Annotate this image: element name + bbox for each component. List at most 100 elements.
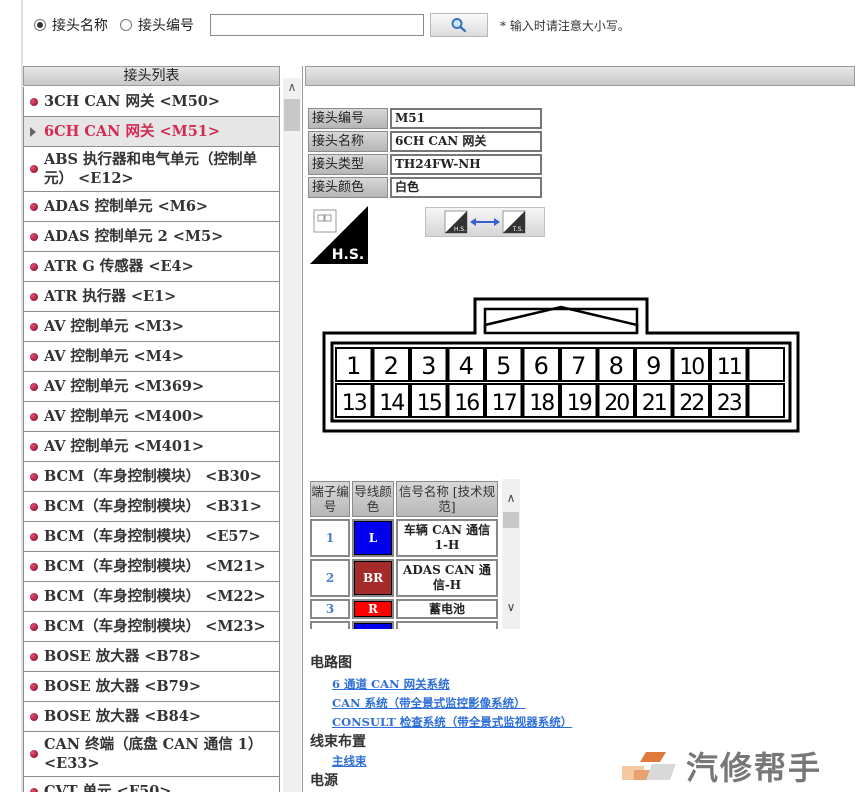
terminal-no[interactable]	[310, 621, 350, 629]
connector-list-item[interactable]: ATR G 传感器 <E4>	[23, 252, 280, 282]
col-terminal-no: 端子编号	[310, 481, 350, 517]
terminal-no[interactable]: 1	[310, 519, 350, 557]
info-row: 接头类型 TH24FW-NH	[308, 154, 542, 177]
list-scrollbar[interactable]: ∧	[283, 78, 301, 792]
connector-list-item[interactable]: BCM（车身控制模块） <M21>	[23, 552, 280, 582]
col-signal-name: 信号名称 [技术规范]	[396, 481, 498, 517]
circuit-link-6ch-can[interactable]: 6 通道 CAN 网关系统	[332, 676, 450, 692]
hs-ts-toggle-button[interactable]: H.S. T.S.	[425, 207, 545, 237]
bullet-icon	[30, 322, 38, 331]
scroll-up-icon[interactable]: ∧	[502, 489, 520, 507]
radio-unselected-icon[interactable]	[120, 19, 132, 31]
terminal-row: 2 BR ADAS CAN 通信-H	[310, 559, 498, 597]
connector-list-item[interactable]: AV 控制单元 <M400>	[23, 402, 280, 432]
terminal-table-scrollbar[interactable]: ∧ ∨	[502, 479, 520, 629]
connector-list-item[interactable]: CVT 单元 <F50>	[23, 777, 280, 792]
radio-connector-code[interactable]: 接头编号	[120, 15, 194, 35]
connector-list-item-label: ADAS 控制单元 <M6>	[44, 198, 209, 215]
connector-list-item[interactable]: ADAS 控制单元 <M6>	[23, 192, 280, 222]
harness-link-main[interactable]: 主线束	[332, 753, 367, 769]
connector-list-item[interactable]: BCM（车身控制模块） <B30>	[23, 462, 280, 492]
terminal-no[interactable]: 3	[310, 599, 350, 619]
connector-list-item[interactable]: BOSE 放大器 <B79>	[23, 672, 280, 702]
wire-color-cell: BR	[352, 559, 394, 597]
wire-color-swatch: R	[354, 601, 392, 617]
info-row: 接头编号 M51	[308, 108, 542, 131]
connector-info-table: 接头编号 M51 接头名称 6CH CAN 网关 接头类型 TH24FW-NH 接头颜色 白色	[308, 108, 542, 200]
connector-list-item[interactable]: 6CH CAN 网关 <M51>	[23, 117, 280, 147]
connector-list-item[interactable]: BOSE 放大器 <B84>	[23, 702, 280, 732]
connector-list-item-label: AV 控制单元 <M3>	[44, 318, 184, 335]
connector-list-item[interactable]: BCM（车身控制模块） <E57>	[23, 522, 280, 552]
connector-list-item-label: AV 控制单元 <M4>	[44, 348, 184, 365]
connector-list-item[interactable]: AV 控制单元 <M4>	[23, 342, 280, 372]
connector-list-item-label: AV 控制单元 <M401>	[44, 438, 205, 455]
scroll-up-icon[interactable]: ∧	[283, 78, 301, 96]
connector-list-item[interactable]: BCM（车身控制模块） <B31>	[23, 492, 280, 522]
bullet-icon	[30, 472, 38, 481]
connector-list-item-label: CAN 终端（底盘 CAN 通信 1） <E33>	[44, 736, 263, 772]
bullet-icon	[30, 592, 38, 601]
pin-number: 18	[529, 391, 554, 416]
search-input[interactable]	[210, 14, 424, 36]
connector-list-item[interactable]: 3CH CAN 网关 <M50>	[23, 87, 280, 117]
radio-selected-icon[interactable]	[34, 19, 46, 31]
connector-pin	[747, 347, 785, 382]
wire-color-cell: R	[352, 599, 394, 619]
info-row: 接头名称 6CH CAN 网关	[308, 131, 542, 154]
bullet-icon	[30, 352, 38, 361]
scroll-thumb[interactable]	[284, 99, 300, 131]
magnifier-icon	[451, 18, 467, 33]
search-button[interactable]	[430, 13, 488, 37]
scroll-down-icon[interactable]: ∨	[502, 598, 520, 616]
pin-number: 8	[609, 352, 624, 380]
connector-pin: 23	[710, 383, 748, 418]
pin-number: 11	[717, 355, 741, 380]
connector-list-item-label: 3CH CAN 网关 <M50>	[44, 93, 221, 110]
connector-pin: 4	[447, 347, 485, 382]
scroll-thumb[interactable]	[503, 512, 519, 528]
connector-pin: 21	[635, 383, 673, 418]
connector-list: 3CH CAN 网关 <M50> 6CH CAN 网关 <M51> ABS 执行器和…	[23, 87, 280, 792]
connector-list-item[interactable]: AV 控制单元 <M369>	[23, 372, 280, 402]
terminal-row: 3 R 蓄电池	[310, 599, 498, 619]
pin-number: 13	[342, 391, 367, 416]
circuit-link-can-system[interactable]: CAN 系统（带全景式监控影像系统）	[332, 695, 526, 711]
bullet-icon	[30, 750, 38, 758]
watermark: 汽修帮手	[620, 745, 855, 787]
connector-list-item[interactable]: CAN 终端（底盘 CAN 通信 1） <E33>	[23, 732, 280, 777]
connector-list-item-label: AV 控制单元 <M369>	[44, 378, 205, 395]
connector-list-item-label: BOSE 放大器 <B78>	[44, 648, 202, 665]
bullet-icon	[30, 652, 38, 661]
radio-connector-name[interactable]: 接头名称	[34, 15, 108, 35]
circuit-diagram-heading: 电路图	[310, 655, 352, 671]
connector-list-item[interactable]: ABS 执行器和电气单元（控制单元） <E12>	[23, 147, 280, 192]
bullet-icon	[30, 532, 38, 541]
connector-list-item[interactable]: ADAS 控制单元 2 <M5>	[23, 222, 280, 252]
pin-number: 3	[421, 352, 436, 380]
pin-number: 16	[454, 391, 479, 416]
pin-number: 23	[717, 391, 742, 416]
info-value: 6CH CAN 网关	[390, 131, 542, 152]
connector-list-item[interactable]: AV 控制单元 <M3>	[23, 312, 280, 342]
connector-list-item[interactable]: ATR 执行器 <E1>	[23, 282, 280, 312]
connector-list-item[interactable]: BOSE 放大器 <B78>	[23, 642, 280, 672]
bullet-icon	[30, 262, 38, 271]
info-row: 接头颜色 白色	[308, 177, 542, 200]
connector-list-item[interactable]: BCM（车身控制模块） <M23>	[23, 612, 280, 642]
bullet-icon	[30, 442, 38, 451]
circuit-link-consult[interactable]: CONSULT 检查系统（带全景式监视器系统）	[332, 714, 572, 730]
pin-number: 4	[459, 352, 474, 380]
connector-list-item[interactable]: AV 控制单元 <M401>	[23, 432, 280, 462]
connector-list-item-label: 6CH CAN 网关 <M51>	[44, 123, 221, 140]
watermark-text: 汽修帮手	[686, 749, 823, 787]
info-value: M51	[390, 108, 542, 129]
connector-pin: 20	[597, 383, 635, 418]
terminal-table-viewport: 端子编号 导线颜色 信号名称 [技术规范] 1 L 车辆 CAN 通信 1-H 2 BR…	[308, 479, 520, 629]
wire-color-cell: L	[352, 519, 394, 557]
svg-text:H.S.: H.S.	[454, 226, 466, 233]
info-label: 接头名称	[308, 131, 388, 152]
watermark-logo-icon	[622, 752, 676, 780]
connector-list-item[interactable]: BCM（车身控制模块） <M22>	[23, 582, 280, 612]
terminal-no[interactable]: 2	[310, 559, 350, 597]
